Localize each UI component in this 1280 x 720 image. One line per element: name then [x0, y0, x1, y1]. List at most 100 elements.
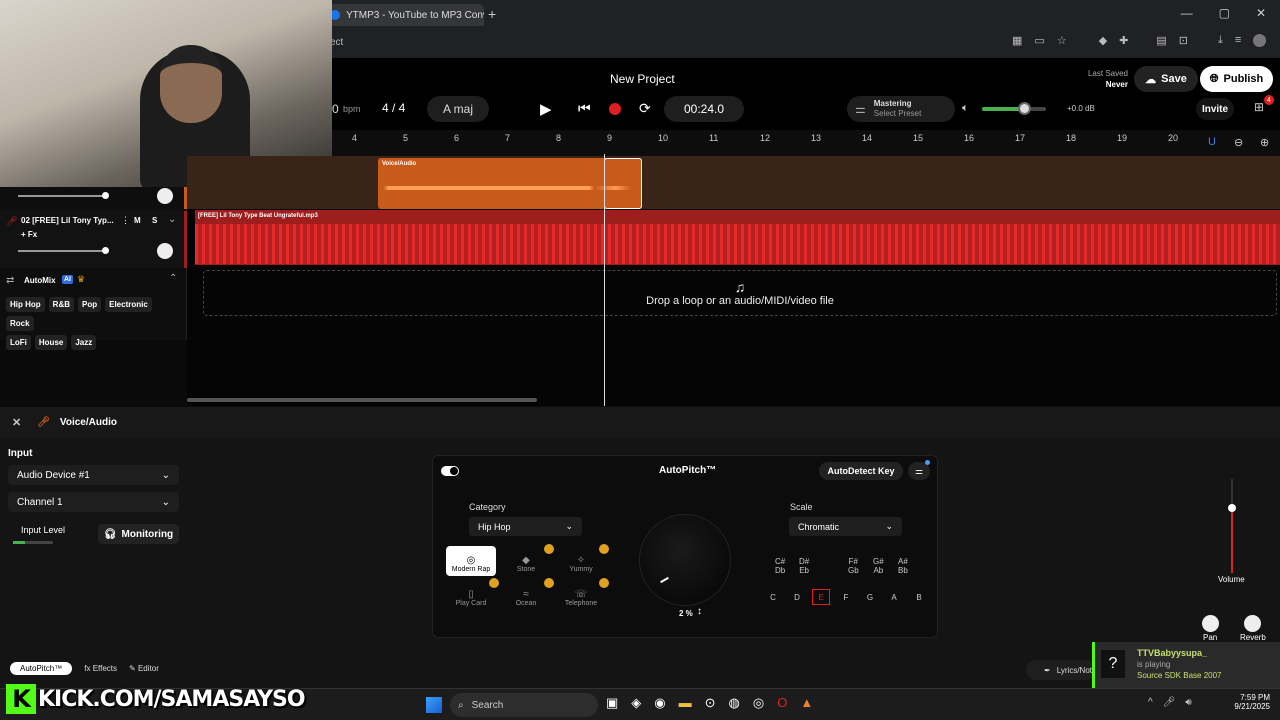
project-title[interactable]: New Project: [610, 72, 675, 86]
genre-chip[interactable]: Rock: [6, 316, 34, 331]
magnet-icon[interactable]: U: [1208, 136, 1216, 148]
star-icon[interactable]: ☆: [1057, 34, 1067, 47]
drag-arrows-icon[interactable]: ↕: [697, 606, 702, 617]
windows-start-icon[interactable]: [426, 697, 442, 713]
play-icon[interactable]: ▶: [540, 100, 552, 118]
track2-header[interactable]: 🎤︎ 02 [FREE] Lil Tony Typ... ⋮ M S ⌄ + F…: [0, 211, 187, 268]
playhead[interactable]: [604, 154, 605, 406]
category-dropdown[interactable]: Hip Hop ⌄: [469, 517, 582, 536]
drop-zone[interactable]: ♫ Drop a loop or an audio/MIDI/video fil…: [203, 270, 1277, 316]
bpm-value[interactable]: 0: [332, 102, 339, 116]
pitch-amount-knob[interactable]: [639, 514, 731, 606]
reverb-knob[interactable]: [1244, 615, 1261, 632]
key-d[interactable]: D: [788, 589, 806, 605]
playlist-icon[interactable]: ≡: [1235, 34, 1241, 47]
tab-effects[interactable]: fx Effects: [84, 662, 117, 675]
master-volume-slider[interactable]: [982, 102, 1046, 115]
tab-autopitch[interactable]: AutoPitch™: [10, 662, 73, 675]
extension-diamond-icon[interactable]: ◆: [1099, 34, 1107, 47]
tab-editor[interactable]: ✎ Editor: [129, 662, 159, 675]
key-f[interactable]: F: [837, 589, 855, 605]
key-b[interactable]: B: [910, 589, 928, 605]
key-selector[interactable]: A maj: [427, 96, 489, 122]
genre-chip[interactable]: House: [34, 335, 68, 350]
track2-volume-slider[interactable]: [18, 250, 104, 252]
collapse-icon[interactable]: ⌃: [169, 273, 177, 284]
time-signature[interactable]: 4 / 4: [382, 101, 405, 115]
scale-dropdown[interactable]: Chromatic ⌄: [789, 517, 902, 536]
discord-icon[interactable]: ◉: [654, 695, 665, 711]
folder-icon[interactable]: ▬: [679, 695, 692, 711]
tray-chevron-icon[interactable]: ^: [1148, 697, 1153, 708]
speaker-icon[interactable]: 🔈︎: [962, 102, 969, 115]
copilot-icon[interactable]: ◈: [631, 695, 641, 711]
track1-volume-thumb[interactable]: [102, 192, 109, 199]
mic-icon[interactable]: 🎤︎: [1163, 697, 1176, 708]
autopitch-toggle[interactable]: [441, 466, 459, 476]
key-c-sharp[interactable]: C# Db: [775, 557, 785, 575]
gift-icon[interactable]: ⊞: [1254, 100, 1264, 114]
mute-button[interactable]: M: [134, 216, 141, 225]
cast-icon[interactable]: ▭: [1034, 34, 1044, 47]
volume-fader[interactable]: [1228, 479, 1236, 573]
key-g[interactable]: G: [861, 589, 879, 605]
key-g-sharp[interactable]: G# Ab: [873, 557, 884, 575]
close-panel-icon[interactable]: ✕: [12, 416, 21, 429]
sidepanel-icon[interactable]: ▤: [1156, 34, 1166, 47]
genre-chip[interactable]: Hip Hop: [6, 297, 45, 312]
genre-chip[interactable]: R&B: [48, 297, 75, 312]
tab-lyrics[interactable]: ✒ Lyrics/Not: [1026, 660, 1096, 680]
monitoring-button[interactable]: 🎧︎ Monitoring: [98, 524, 179, 544]
genre-chip[interactable]: Pop: [78, 297, 102, 312]
track2-menu-icon[interactable]: ⋮: [121, 215, 130, 226]
add-fx-button[interactable]: + Fx: [21, 230, 37, 239]
taskview-icon[interactable]: ▣: [606, 695, 618, 711]
new-tab-icon[interactable]: +: [488, 6, 496, 22]
pan-knob[interactable]: [1202, 615, 1219, 632]
volume-fader-thumb[interactable]: [1228, 504, 1236, 512]
key-c[interactable]: C: [764, 589, 782, 605]
cart-icon[interactable]: ⊡: [1179, 34, 1188, 47]
key-a[interactable]: A: [885, 589, 903, 605]
horizontal-scrollbar[interactable]: [187, 398, 537, 402]
zoom-out-icon[interactable]: ⊖: [1234, 136, 1243, 149]
record-icon[interactable]: [609, 103, 621, 115]
track2-name[interactable]: 02 [FREE] Lil Tony Typ...: [21, 216, 114, 225]
close-window-icon[interactable]: ✕: [1256, 6, 1266, 20]
clip-selection[interactable]: [604, 158, 642, 209]
profile-avatar[interactable]: [1253, 34, 1267, 47]
address-bar[interactable]: ect: [322, 30, 1022, 54]
mastering-button[interactable]: ⚌ Mastering Select Preset: [847, 96, 955, 122]
download-icon[interactable]: ⤓: [1218, 34, 1223, 47]
taskbar-search[interactable]: ⌕ Search: [450, 693, 598, 717]
audio-device-dropdown[interactable]: Audio Device #1 ⌄: [8, 465, 179, 485]
track1-pan-knob[interactable]: [157, 188, 173, 204]
timeline-ruler[interactable]: 4 5 6 7 8 9 10 11 12 13 14 15 16 17 18 19 20: [332, 130, 1280, 156]
puzzle-icon[interactable]: ✚: [1119, 34, 1128, 47]
track2-volume-thumb[interactable]: [102, 247, 109, 254]
browser-tab[interactable]: YTMP3 - YouTube to MP3 Conv: [322, 4, 484, 26]
app-icon[interactable]: ▲: [800, 695, 813, 711]
voice-audio-clip[interactable]: Voice/Audio: [378, 158, 642, 209]
volume-thumb[interactable]: [1018, 102, 1031, 115]
speaker-icon[interactable]: 🔊︎: [1185, 697, 1191, 708]
maximize-icon[interactable]: ▢: [1219, 6, 1230, 20]
autodetect-key-button[interactable]: AutoDetect Key: [819, 462, 903, 480]
genre-chip[interactable]: LoFi: [6, 335, 31, 350]
obs-icon[interactable]: ◍: [729, 695, 740, 711]
track2-pan-knob[interactable]: [157, 243, 173, 259]
genre-chip[interactable]: Electronic: [105, 297, 152, 312]
beat-track-lane[interactable]: [FREE] Lil Tony Type Beat Ungrateful.mp3: [195, 210, 1280, 265]
key-f-sharp[interactable]: F# Gb: [848, 557, 859, 575]
chrome-icon[interactable]: ◎: [753, 695, 764, 711]
save-button[interactable]: ☁ Save: [1134, 66, 1198, 92]
steam-icon[interactable]: ⊙: [705, 695, 716, 711]
invite-button[interactable]: Invite: [1196, 98, 1234, 120]
zoom-in-icon[interactable]: ⊕: [1260, 136, 1269, 149]
chevron-down-icon[interactable]: ⌄: [168, 214, 176, 225]
key-e[interactable]: E: [812, 589, 830, 605]
skip-back-icon[interactable]: ⏮: [578, 100, 591, 117]
style-modern-rap[interactable]: ◎ Modern Rap: [446, 546, 496, 576]
track1-volume-slider[interactable]: [18, 195, 104, 197]
genre-chip[interactable]: Jazz: [71, 335, 97, 350]
